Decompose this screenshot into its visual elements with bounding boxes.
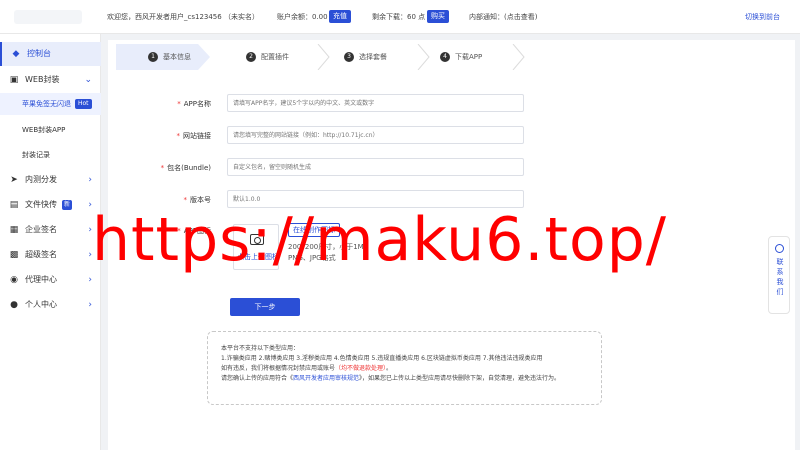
upload-hint: 200*200尺寸，小于1M PNG、JPG格式 [288,243,364,262]
sidebar-item-file-transfer[interactable]: ▤ 文件快传 新 › [0,193,101,217]
sidebar-item-label: 超级签名 [25,250,57,259]
hot-badge: Hot [75,99,92,109]
agent-icon: ◉ [10,275,18,285]
logo[interactable] [0,0,100,34]
sidebar-subitem-label: 苹果免签无闪退 [22,100,71,108]
chevron-right-icon: › [88,200,92,210]
sidebar-subitem-label: WEB封装APP [22,126,66,134]
chevron-right-icon: › [88,275,92,285]
form-row-icon: * APP图标 [108,221,795,241]
step-label: 选择套餐 [359,53,387,61]
buy-button[interactable]: 购买 [427,10,449,23]
step-number: 2 [246,52,256,62]
bundle-input[interactable] [227,158,524,176]
app-name-label: * APP名称 [177,100,211,108]
switch-frontend-link[interactable]: 切换到前台 [745,11,780,23]
review-rules-link[interactable]: 西风开发者应用审核规范 [293,375,359,382]
bundle-label: * 包名(Bundle) [160,164,211,172]
icon-upload-box[interactable] [233,224,279,270]
sidebar-subitem-label: 封装记录 [22,151,50,159]
step-separator [512,44,525,70]
notice-box: 本平台不支持以下类型应用： 1.诈骗类应用 2.赌博类应用 3.淫秽类应用 4.… [207,331,602,405]
top-bar: 欢迎您，西风开发者用户_cs123456 （未实名） 账户余额：0.00 充值 … [0,0,800,34]
user-icon: ● [10,300,18,310]
next-step-button[interactable]: 下一步 [230,298,300,316]
package-icon: ▣ [9,75,19,85]
sidebar-item-enterprise-sign[interactable]: ▦ 企业签名 › [0,218,101,242]
enterprise-icon: ▦ [9,225,19,235]
version-input[interactable] [227,190,524,208]
sidebar-item-web-package[interactable]: ▣ WEB封装 ⌄ [0,68,101,92]
sidebar-item-label: 个人中心 [25,300,57,309]
form-row-website: * 网站链接 [108,126,795,146]
contact-us-widget[interactable]: 联系我们 [768,236,790,314]
step-label: 配置插件 [261,53,289,61]
file-icon: ▤ [9,200,19,210]
logo-mark [14,10,82,24]
step-number: 1 [148,52,158,62]
chevron-right-icon: › [88,175,92,185]
version-label: * 版本号 [183,196,212,204]
chevron-right-icon: › [88,225,92,235]
step-separator [317,44,330,70]
recharge-button[interactable]: 充值 [329,10,351,23]
sidebar-item-profile[interactable]: ● 个人中心 › [0,293,101,317]
welcome-text: 欢迎您，西风开发者用户_cs123456 （未实名） [107,13,259,21]
cube-icon: ◆ [12,49,20,59]
website-label: * 网站链接 [176,132,212,140]
sidebar-subitem-records[interactable]: 封装记录 [0,144,101,166]
sidebar-subitem-apple-nosign[interactable]: 苹果免签无闪退 Hot [0,93,101,115]
main-panel: 1 基本信息 2 配置插件 3 选择套餐 4 下载APP *APP名称 *网站链… [108,40,795,450]
sidebar-item-label: 文件快传 [25,200,57,209]
no-refund-text: （均不做退款处理） [335,365,387,372]
sidebar: ◆ 控制台 ▣ WEB封装 ⌄ 苹果免签无闪退 Hot WEB封装APP 封装记… [0,34,101,450]
sidebar-item-label: 内测分发 [25,175,57,184]
step-label: 下载APP [455,53,483,61]
notice-line: 本平台不支持以下类型应用： [221,345,300,352]
chevron-right-icon: › [88,250,92,260]
balance-text: 账户余额：0.00 [277,13,328,21]
sidebar-item-label: 控制台 [27,49,51,58]
internal-notice-link[interactable]: 内部通知：(点击查看) [469,11,537,23]
sidebar-item-label: 企业签名 [25,225,57,234]
signature-icon: ▩ [9,250,19,260]
step-number: 4 [440,52,450,62]
sidebar-item-label: WEB封装 [25,75,60,84]
headset-icon [775,244,784,253]
downloads-text: 剩余下载：60 点 [372,13,426,21]
form-row-app-name: * APP名称 [108,94,795,114]
upload-icon-label[interactable]: 点击上传图标 [237,252,279,262]
step-number: 3 [344,52,354,62]
step-separator [417,44,430,70]
sidebar-item-dashboard[interactable]: ◆ 控制台 [0,42,101,66]
icon-label: * APP图标 [177,227,211,235]
chevron-down-icon: ⌄ [84,75,92,85]
sidebar-item-super-sign[interactable]: ▩ 超级签名 › [0,243,101,267]
chevron-right-icon: › [88,300,92,310]
sidebar-item-label: 代理中心 [25,275,57,284]
notice-line: 1.诈骗类应用 2.赌博类应用 3.淫秽类应用 4.色情类应用 5.违规直播类应… [221,355,543,362]
app-name-input[interactable] [227,94,524,112]
sidebar-item-agent[interactable]: ◉ 代理中心 › [0,268,101,292]
notice-line: 请您确认上传的应用符合《西风开发者应用审核规范》，如果您已上传以上类型应用请尽快… [221,375,561,382]
form-row-version: * 版本号 [108,190,795,210]
sidebar-subitem-web-app[interactable]: WEB封装APP [0,119,101,141]
step-chevron [198,44,210,70]
contact-us-label: 联系我们 [776,258,784,296]
online-make-icon-button[interactable]: 在线制作图标 [288,223,340,237]
step-label: 基本信息 [163,53,191,61]
notice-line: 如有违反，我们将根据情况封禁应用或账号（均不做退款处理）。 [221,365,393,372]
form-row-bundle: * 包名(Bundle) [108,158,795,178]
step-bar: 1 基本信息 2 配置插件 3 选择套餐 4 下载APP [116,44,536,70]
website-input[interactable] [227,126,524,144]
new-badge: 新 [62,200,73,210]
send-icon: ➤ [10,175,18,185]
camera-icon [250,234,264,245]
sidebar-item-beta[interactable]: ➤ 内测分发 › [0,168,101,192]
